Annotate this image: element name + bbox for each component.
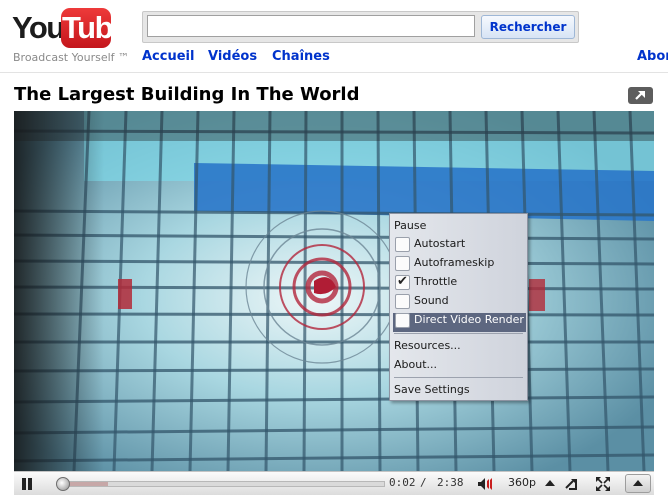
pause-icon-bar	[28, 478, 32, 490]
autoframeskip-checkbox[interactable]	[395, 256, 410, 271]
pause-button[interactable]	[20, 477, 34, 491]
autoframeskip-label[interactable]: Autoframeskip	[414, 256, 494, 270]
logo-you-text: You	[12, 10, 65, 45]
logo-tube-badge: Tube	[61, 8, 129, 48]
scrubber-handle[interactable]	[56, 477, 71, 491]
player-control-bar: 0:02 / 2:38 360p	[14, 471, 654, 495]
logo-tube-text: Tube	[62, 10, 129, 45]
direct-video-render-checkbox[interactable]	[395, 313, 410, 328]
search-bar: Rechercher	[142, 11, 579, 43]
volume-icon[interactable]	[477, 477, 497, 491]
video-title: The Largest Building In The World	[14, 84, 360, 105]
popout-arrow-icon	[635, 91, 645, 100]
autostart-checkbox[interactable]	[395, 237, 410, 252]
nav-subscriptions-link[interactable]: Abor	[637, 49, 668, 64]
throttle-label[interactable]: Throttle	[414, 275, 457, 289]
pause-icon	[22, 478, 26, 490]
menu-item-about[interactable]: About...	[394, 358, 437, 372]
menu-separator	[394, 333, 523, 334]
nav-home-link[interactable]: Accueil	[142, 49, 194, 64]
sound-checkbox[interactable]	[395, 294, 410, 309]
fullscreen-arrow-icon	[633, 480, 643, 486]
autostart-label[interactable]: Autostart	[414, 237, 465, 251]
sound-label[interactable]: Sound	[414, 294, 449, 308]
checkmark-icon: ✔	[397, 274, 408, 289]
video-image	[14, 111, 654, 471]
video-frame[interactable]	[14, 111, 654, 471]
menu-item-save-settings[interactable]: Save Settings	[394, 383, 470, 397]
time-separator: /	[420, 476, 427, 489]
popout-button[interactable]	[628, 87, 653, 104]
context-menu: Pause Autostart Autoframeskip ✔ Throttle…	[389, 213, 528, 401]
nav-videos-link[interactable]: Vidéos	[208, 49, 257, 64]
current-time: 0:02	[389, 476, 416, 489]
header-divider	[0, 72, 668, 73]
popout-size-icon[interactable]	[564, 476, 580, 492]
menu-separator	[394, 377, 523, 378]
tagline: Broadcast Yourself ™	[13, 51, 130, 64]
direct-video-render-label[interactable]: Direct Video Render	[414, 313, 524, 327]
progress-bar[interactable]	[56, 477, 385, 491]
fullscreen-button[interactable]	[625, 474, 651, 493]
duration: 2:38	[437, 476, 464, 489]
search-input[interactable]	[147, 15, 475, 37]
quality-arrow-icon[interactable]	[545, 480, 555, 486]
menu-item-resources[interactable]: Resources...	[394, 339, 461, 353]
quality-label[interactable]: 360p	[508, 476, 536, 489]
search-button[interactable]: Rechercher	[481, 15, 575, 39]
menu-item-pause[interactable]: Pause	[394, 219, 426, 233]
nav-channels-link[interactable]: Chaînes	[272, 49, 330, 64]
expand-icon[interactable]	[595, 476, 611, 492]
throttle-checkbox[interactable]: ✔	[395, 274, 410, 290]
